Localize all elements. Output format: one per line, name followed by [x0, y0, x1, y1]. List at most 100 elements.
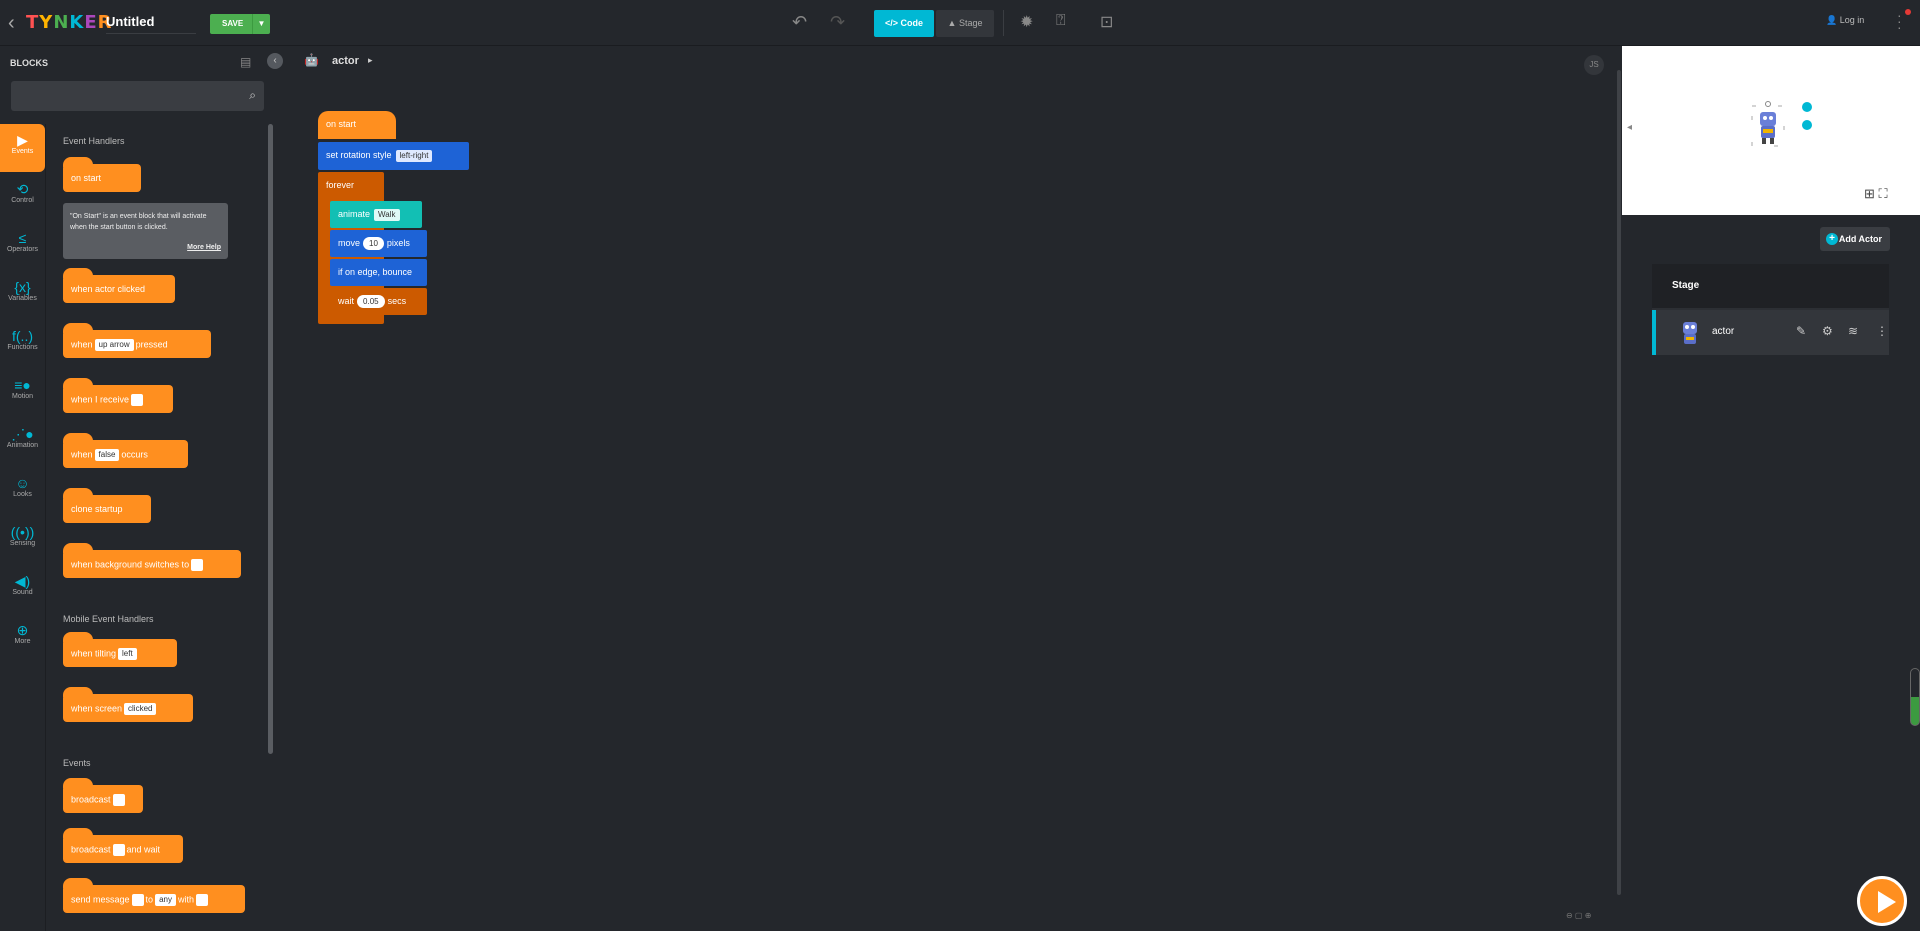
gear-icon[interactable]: ⚙: [1822, 324, 1833, 338]
screen-dropdown[interactable]: clicked: [124, 703, 157, 715]
tynker-editor: ‹ TYNKER Untitled SAVE ▼ ↶ ↷ </> Code ▲ …: [0, 0, 1920, 931]
script-set-rotation-style[interactable]: set rotation style left-right: [318, 142, 469, 170]
message-slot[interactable]: [131, 894, 144, 906]
value-slot[interactable]: [195, 894, 208, 906]
more-options-icon[interactable]: ⋮: [1876, 324, 1888, 338]
back-icon[interactable]: ‹: [8, 13, 15, 33]
script-on-start[interactable]: on start: [318, 111, 396, 139]
background-slot[interactable]: [191, 559, 204, 571]
search-icon[interactable]: ⌕: [249, 88, 256, 103]
block-when-actor-clicked[interactable]: when actor clicked: [63, 268, 175, 303]
actor-item[interactable]: actor ✎ ⚙ ≋ ⋮: [1652, 310, 1889, 355]
plus-icon: +: [1826, 233, 1838, 245]
speaker-icon: ◀): [14, 573, 31, 589]
category-nav: ▶ Events ⟲ Control ≤ Operators {x} Variables…: [0, 124, 46, 931]
script-move[interactable]: move 10 pixels: [330, 230, 427, 257]
search-input[interactable]: ⌕: [11, 81, 264, 111]
actor-thumbnail: [1683, 322, 1697, 344]
script-wait[interactable]: wait 0.05 secs: [330, 288, 427, 315]
help-icon[interactable]: ⍰: [1056, 12, 1066, 30]
layers-icon[interactable]: ≋: [1848, 324, 1858, 338]
undo-icon[interactable]: ↶: [792, 12, 807, 33]
login-label: Log in: [1839, 15, 1865, 25]
collapse-panel-icon[interactable]: ‹: [267, 53, 283, 69]
category-looks[interactable]: ☺ Looks: [0, 467, 45, 515]
category-sound[interactable]: ◀) Sound: [0, 565, 45, 613]
palette-scrollbar[interactable]: [268, 124, 273, 754]
block-when-key-pressed[interactable]: when up arrow pressed: [63, 323, 211, 358]
category-animation[interactable]: ⋰● Animation: [0, 418, 45, 466]
block-clone-startup[interactable]: clone startup: [63, 488, 151, 523]
section-title: Events: [63, 758, 91, 768]
block-when-background-switches[interactable]: when background switches to: [63, 543, 241, 578]
save-button[interactable]: SAVE ▼: [210, 14, 270, 34]
category-label: Animation: [6, 442, 39, 449]
more-help-link[interactable]: More Help: [187, 242, 221, 253]
condition-slot[interactable]: false: [94, 449, 120, 461]
stage-tab[interactable]: ▲ Stage: [936, 10, 994, 37]
key-dropdown[interactable]: up arrow: [94, 339, 134, 351]
block-on-start[interactable]: on start: [63, 157, 141, 192]
volume-meter[interactable]: [1910, 668, 1920, 726]
add-actor-button[interactable]: + Add Actor: [1820, 227, 1890, 251]
edit-sprite-icon[interactable]: [1802, 102, 1812, 112]
code-tab[interactable]: </> Code: [874, 10, 934, 37]
lock-icon[interactable]: ⊡: [1100, 12, 1113, 32]
category-label: Functions: [7, 344, 38, 351]
category-control[interactable]: ⟲ Control: [0, 173, 45, 221]
workspace-scrollbar[interactable]: [1617, 70, 1621, 895]
menu-icon[interactable]: · · ·: [1897, 8, 1902, 34]
category-sensing[interactable]: ((•)) Sensing: [0, 516, 45, 564]
category-functions[interactable]: f(..) Functions: [0, 320, 45, 368]
block-when-occurs[interactable]: when false occurs: [63, 433, 188, 468]
category-motion[interactable]: ≡● Motion: [0, 369, 45, 417]
breadcrumb[interactable]: actor: [332, 55, 359, 67]
category-more[interactable]: ⊕ More: [0, 614, 45, 662]
js-toggle-button[interactable]: JS: [1584, 55, 1604, 75]
login-link[interactable]: 👤 Log in: [1826, 15, 1864, 26]
play-button[interactable]: [1857, 876, 1907, 926]
stage-item[interactable]: Stage: [1652, 264, 1889, 308]
stage-resize-handle[interactable]: ◂: [1627, 122, 1632, 133]
category-variables[interactable]: {x} Variables: [0, 271, 45, 319]
sprite-info-icon[interactable]: [1802, 120, 1812, 130]
move-value-input[interactable]: 10: [363, 237, 384, 251]
pencil-icon[interactable]: ✎: [1796, 324, 1806, 338]
bug-icon[interactable]: ✹: [1020, 12, 1033, 32]
animation-dropdown[interactable]: Walk: [374, 208, 400, 221]
block-label: pressed: [135, 339, 168, 350]
chevron-down-icon[interactable]: ▼: [252, 14, 270, 34]
block-when-i-receive[interactable]: when I receive: [63, 378, 173, 413]
block-label: move: [338, 238, 361, 248]
category-operators[interactable]: ≤ Operators: [0, 222, 45, 270]
message-slot[interactable]: [112, 844, 125, 856]
block-broadcast[interactable]: broadcast: [63, 778, 143, 813]
script-animate[interactable]: animate Walk: [330, 201, 422, 228]
wait-value-input[interactable]: 0.05: [357, 295, 385, 309]
tilt-dropdown[interactable]: left: [118, 648, 137, 660]
block-broadcast-and-wait[interactable]: broadcast and wait: [63, 828, 183, 863]
block-send-message[interactable]: send message to any with: [63, 878, 245, 913]
rotation-dropdown[interactable]: left-right: [395, 149, 433, 162]
script-edge-bounce[interactable]: if on edge, bounce: [330, 259, 427, 286]
category-events[interactable]: ▶ Events: [0, 124, 45, 172]
block-when-tilting[interactable]: when tilting left: [63, 632, 177, 667]
tynker-logo[interactable]: TYNKER: [26, 12, 113, 33]
block-label: occurs: [121, 449, 148, 460]
fullscreen-icon[interactable]: ⛶: [1879, 186, 1888, 201]
book-icon[interactable]: ▤: [240, 55, 251, 69]
block-label: animate: [338, 209, 371, 219]
grid-icon[interactable]: ⊞: [1864, 186, 1875, 201]
motion-icon: ≡●: [14, 377, 31, 393]
stage-layout-icons[interactable]: ⊞ ⛶: [1864, 186, 1888, 202]
message-slot[interactable]: [131, 394, 144, 406]
block-when-screen[interactable]: when screen clicked: [63, 687, 193, 722]
target-dropdown[interactable]: any: [155, 894, 176, 906]
actor-sprite[interactable]: [1750, 100, 1786, 148]
chevron-right-icon[interactable]: ▸: [368, 55, 373, 66]
block-label: when actor clicked: [71, 284, 146, 294]
project-title[interactable]: Untitled: [106, 14, 196, 34]
message-slot[interactable]: [112, 794, 125, 806]
zoom-controls[interactable]: ⊖ ▢ ⊕: [1566, 911, 1591, 920]
redo-icon[interactable]: ↷: [830, 12, 845, 33]
